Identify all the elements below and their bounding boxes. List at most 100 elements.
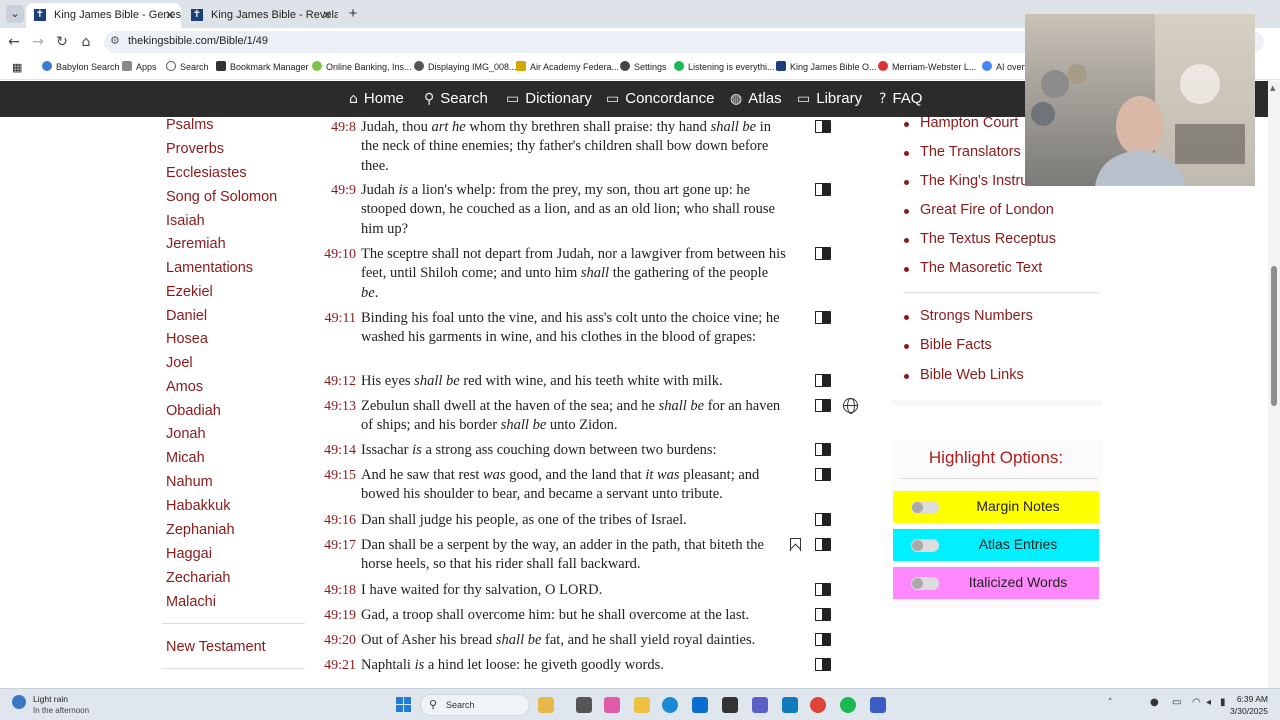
resource-link[interactable]: Bible Web Links [920,367,1024,383]
nav-search[interactable]: ⚲ Search [424,90,488,107]
bookmark-air-academy[interactable]: Air Academy Federa... [516,61,619,72]
verse-number[interactable]: 49:11 [320,311,356,327]
italicized-words-toggle[interactable] [911,577,939,590]
nav-concordance[interactable]: ▭ Concordance [606,90,714,107]
bookmark-merriam-webster[interactable]: Merriam-Webster L... [878,61,976,72]
task-view-icon[interactable] [576,697,592,713]
dell-icon[interactable] [722,697,738,713]
book-link[interactable]: Obadiah [166,403,221,419]
book-open-icon[interactable] [815,183,831,196]
book-link[interactable]: Zechariah [166,570,230,586]
book-open-icon[interactable] [815,513,831,526]
book-link[interactable]: Habakkuk [166,498,230,514]
taskbar-search-box[interactable]: ⚲ Search [420,694,530,716]
book-open-icon[interactable] [815,658,831,671]
new-testament-link[interactable]: New Testament [166,639,266,655]
copilot-icon[interactable] [604,697,620,713]
site-info-icon[interactable]: ⚙ [110,34,120,47]
bookmark-king-james-bible[interactable]: King James Bible O... [776,61,877,72]
browser-tab-revelation[interactable]: ✝ King James Bible - Revelation ✕ [183,3,338,28]
browser-tab-genesis[interactable]: ✝ King James Bible - Genesis <sp ✕ [26,3,181,28]
nav-dictionary[interactable]: ▭ Dictionary [506,90,592,107]
book-link[interactable]: Haggai [166,546,212,562]
resource-link[interactable]: The King's Instru [920,173,1028,189]
margin-notes-toggle[interactable] [911,501,939,514]
taskbar-date[interactable]: 3/30/2025 [1226,706,1268,716]
nav-home[interactable]: ⌂ Home [349,90,404,107]
book-link[interactable]: Lamentations [166,260,253,276]
book-link[interactable]: Song of Solomon [166,189,277,205]
book-open-icon[interactable] [815,538,831,551]
battery-icon[interactable]: ▮ [1220,697,1226,708]
bookmark-icon[interactable] [790,538,801,551]
resource-link[interactable]: Strongs Numbers [920,308,1033,324]
scroll-up-icon[interactable]: ▲ [1270,84,1275,92]
apps-grid-icon[interactable]: ▦ [12,61,22,74]
book-link[interactable]: Nahum [166,474,213,490]
file-explorer-icon[interactable] [634,697,650,713]
bookmark-bookmark-manager[interactable]: Bookmark Manager [216,61,309,72]
edge-icon[interactable] [662,697,678,713]
page-scrollbar[interactable]: ▲ [1268,81,1280,688]
store-icon[interactable] [692,697,708,713]
verse-number[interactable]: 49:21 [320,658,356,674]
home-icon[interactable]: ⌂ [77,33,95,51]
forward-arrow-icon[interactable]: → [29,33,47,51]
tab-search-icon[interactable]: ⌄ [6,5,24,23]
keyboard-icon[interactable]: ▭ [1172,697,1181,708]
book-open-icon[interactable] [815,633,831,646]
volume-icon[interactable]: ◂ [1206,697,1211,708]
bookmark-search[interactable]: Search [166,61,209,72]
resource-link[interactable]: The Translators [920,144,1021,160]
book-link[interactable]: Jeremiah [166,236,226,252]
verse-number[interactable]: 49:14 [320,443,356,459]
back-arrow-icon[interactable]: ← [5,33,23,51]
book-link[interactable]: Zephaniah [166,522,235,538]
close-tab-icon[interactable]: ✕ [165,3,175,27]
verse-number[interactable]: 49:12 [320,374,356,390]
spotify-icon[interactable] [840,697,856,713]
book-open-icon[interactable] [815,608,831,621]
bookmark-listening[interactable]: Listening is everythi... [674,61,775,72]
verse-number[interactable]: 49:17 [320,538,356,554]
resource-link[interactable]: Bible Facts [920,337,992,353]
verse-number[interactable]: 49:8 [320,120,356,136]
verse-number[interactable]: 49:15 [320,468,356,484]
taskbar-time[interactable]: 6:39 AM [1236,694,1268,704]
verse-number[interactable]: 49:10 [320,247,356,263]
book-open-icon[interactable] [815,311,831,324]
globe-icon[interactable] [843,398,858,414]
bookmark-settings[interactable]: Settings [620,61,667,72]
book-link[interactable]: Proverbs [166,141,224,157]
resource-link[interactable]: The Masoretic Text [920,260,1042,276]
bookmark-displaying-img[interactable]: Displaying IMG_008... [414,61,517,72]
scrollbar-thumb[interactable] [1271,266,1277,406]
nav-atlas[interactable]: ◍ Atlas [730,90,782,107]
verse-number[interactable]: 49:9 [320,183,356,199]
book-link[interactable]: Isaiah [166,213,205,229]
book-link[interactable]: Jonah [166,426,206,442]
nav-faq[interactable]: ? FAQ [879,90,922,107]
book-link[interactable]: Joel [166,355,193,371]
book-link[interactable]: Psalms [166,117,214,133]
book-link[interactable]: Malachi [166,594,216,610]
book-open-icon[interactable] [815,443,831,456]
book-open-icon[interactable] [815,399,831,412]
book-link[interactable]: Hosea [166,331,208,347]
verse-number[interactable]: 49:20 [320,633,356,649]
reload-icon[interactable]: ↻ [53,33,71,51]
verse-number[interactable]: 49:19 [320,608,356,624]
book-link[interactable]: Ezekiel [166,284,213,300]
resource-link[interactable]: Hampton Court [920,115,1018,131]
teams-icon[interactable] [752,697,768,713]
atlas-entries-toggle[interactable] [911,539,939,552]
new-tab-icon[interactable]: + [344,5,362,23]
bookmark-ai-overview[interactable]: AI overv [982,61,1029,72]
book-open-icon[interactable] [815,583,831,596]
recorder-icon[interactable] [870,697,886,713]
resource-link[interactable]: Great Fire of London [920,202,1054,218]
close-tab-icon[interactable]: ✕ [322,3,332,27]
windows-start-icon[interactable] [396,697,412,713]
chevron-up-icon[interactable]: ˄ [1108,698,1113,708]
widgets-icon[interactable] [538,697,554,713]
